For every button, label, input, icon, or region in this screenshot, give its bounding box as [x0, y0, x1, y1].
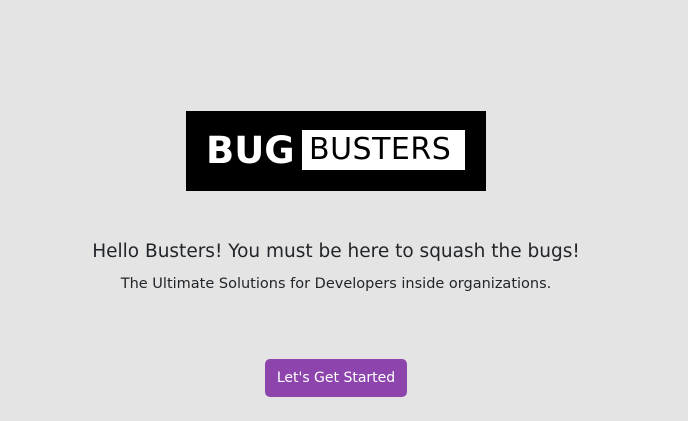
bug-busters-logo: BUG BUSTERS [186, 111, 486, 191]
logo-word-busters: BUSTERS [309, 132, 452, 167]
hero-heading: Hello Busters! You must be here to squas… [92, 241, 580, 262]
get-started-button[interactable]: Let's Get Started [265, 359, 407, 397]
hero-subheading: The Ultimate Solutions for Developers in… [120, 276, 552, 292]
logo-word-bug: BUG [206, 129, 295, 172]
logo-word-box: BUSTERS [302, 130, 465, 170]
